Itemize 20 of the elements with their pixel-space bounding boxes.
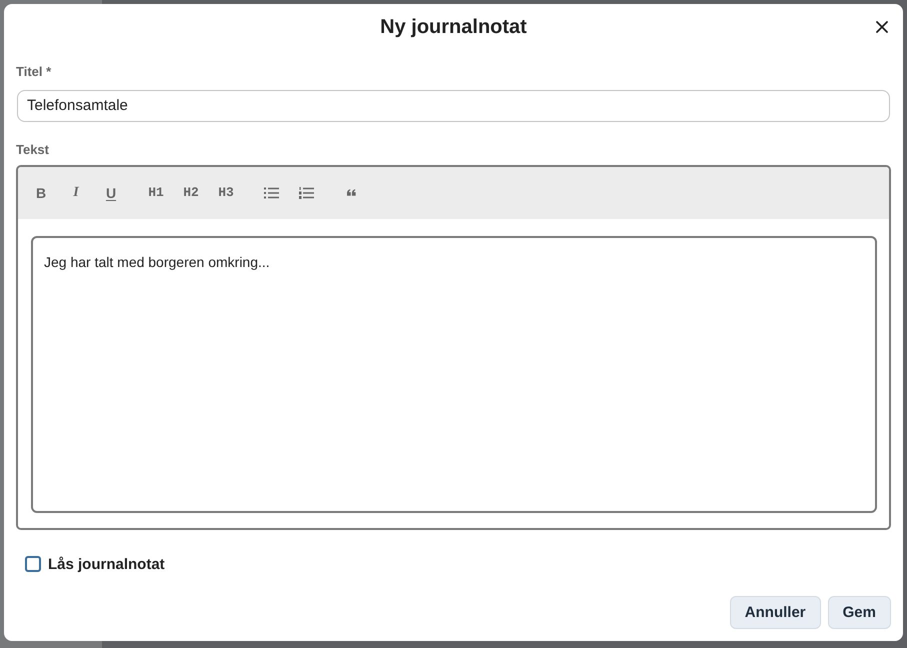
text-area-field[interactable]: Jeg har talt med borgeren omkring... — [31, 236, 877, 514]
footer-button[interactable]: Annuller — [730, 596, 821, 629]
heading-button[interactable]: H3 — [212, 178, 240, 207]
numbered-list-icon — [298, 186, 314, 199]
lock-checkbox[interactable] — [25, 556, 41, 572]
italic-button[interactable]: I — [62, 178, 90, 207]
title-input[interactable]: Telefonsamtale — [17, 90, 890, 122]
bullet-list-icon — [264, 186, 278, 199]
bold-button[interactable]: B — [27, 178, 55, 207]
field-label: Tekst — [16, 142, 49, 158]
quote-icon — [346, 189, 356, 196]
close-button[interactable] — [874, 19, 890, 35]
heading-button[interactable]: H1 — [142, 178, 170, 207]
footer-button[interactable]: Gem — [828, 596, 891, 629]
dialog-title: Ny journalnotat — [380, 14, 527, 40]
close-icon — [876, 21, 888, 33]
heading-button[interactable]: H2 — [177, 178, 205, 207]
field-label: Titel * — [16, 64, 52, 80]
checkbox-label: Lås journalnotat — [48, 556, 165, 573]
underline-button[interactable]: U — [97, 178, 125, 207]
